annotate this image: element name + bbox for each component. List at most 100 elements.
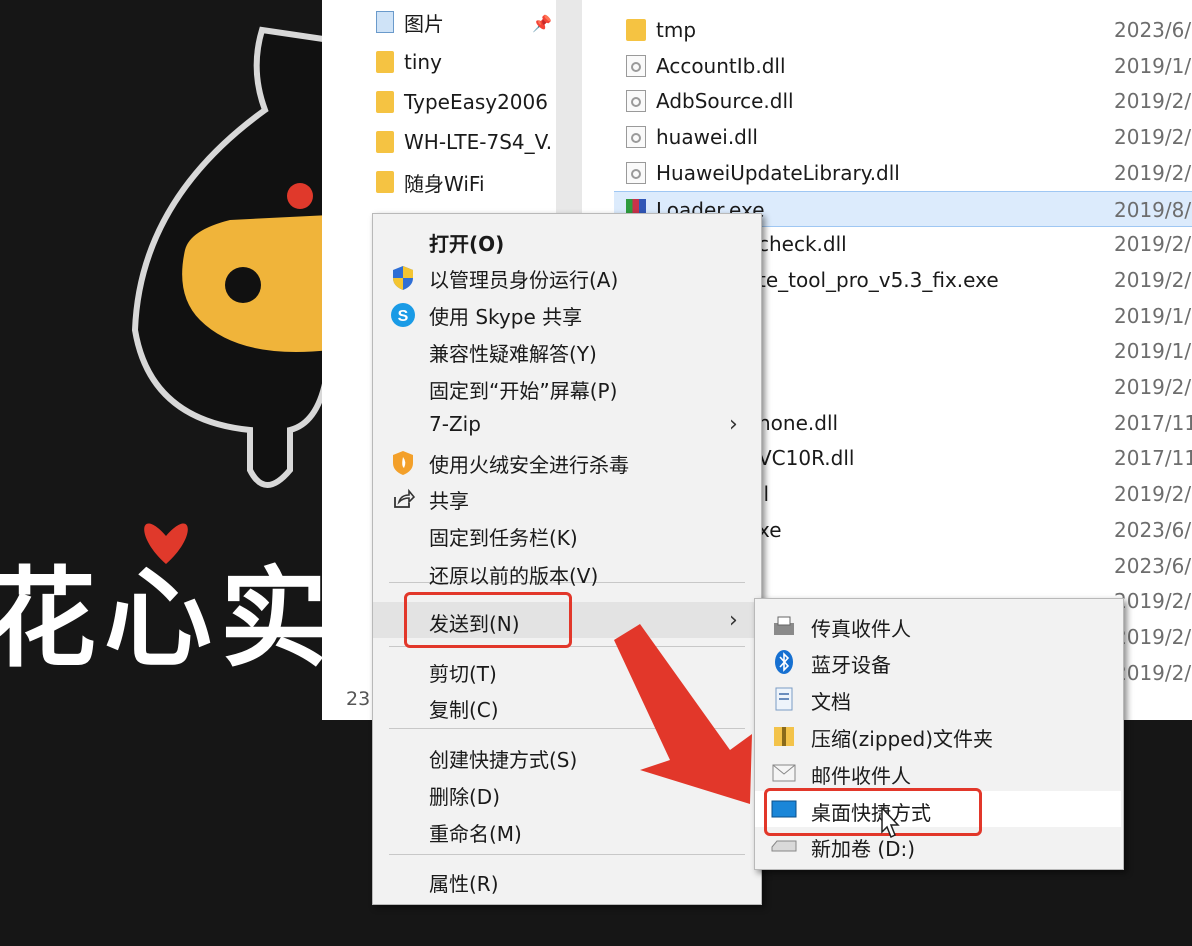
chevron-right-icon: › (729, 412, 738, 437)
folder-icon (376, 51, 394, 73)
menu-item-label: 删除(D) (429, 785, 501, 809)
file-date: 2019/2/ (1114, 375, 1192, 399)
file-date: 2019/2/ (1114, 267, 1192, 292)
send-to-item[interactable]: 蓝牙设备 (755, 643, 1121, 679)
file-date: 2019/2/ (1114, 589, 1192, 614)
file-row[interactable]: tmp 2023/6/ (614, 12, 1192, 48)
file-name: te_tool_pro_v5.3_fix.exe (758, 267, 999, 292)
menu-item[interactable]: 以管理员身份运行(A) (373, 258, 759, 294)
menu-item-label: 固定到“开始”屏幕(P) (429, 379, 618, 403)
nav-item-label: 随身WiFi (404, 171, 485, 196)
menu-item-label: 以管理员身份运行(A) (429, 268, 619, 292)
file-row[interactable]: HuaweiUpdateLibrary.dll 2019/2/ (614, 155, 1192, 191)
dll-icon (626, 126, 646, 149)
send-to-highlight-box (404, 592, 572, 648)
brand-text: 花心实 (0, 557, 337, 682)
file-name: huawei.dll (656, 125, 758, 150)
file-date: 2019/8/ (1114, 197, 1192, 222)
file-name: AdbSource.dll (656, 89, 794, 114)
menu-item-label: 复制(C) (429, 698, 499, 722)
file-date: 2019/2/ (1114, 482, 1192, 507)
send-to-item-label: 文档 (811, 690, 851, 714)
nav-item-label: TypeEasy2006 (404, 90, 548, 114)
menu-item-label: 兼容性疑难解答(Y) (429, 342, 597, 366)
huorong-icon (389, 449, 417, 477)
desktop-shortcut-highlight-box (764, 788, 982, 836)
file-date: 2017/11 (1114, 446, 1192, 471)
menu-item-label: 创建快捷方式(S) (429, 748, 578, 772)
send-to-item[interactable]: 邮件收件人 (755, 754, 1121, 790)
nav-item-label: 图片 (404, 11, 444, 36)
menu-item-label: 使用火绒安全进行杀毒 (429, 453, 629, 477)
mascot-red-dot (287, 183, 313, 209)
nav-item-wifi[interactable]: 随身WiFi (376, 164, 485, 200)
file-date: 2019/2/ (1114, 232, 1192, 257)
pin-icon: 📌 (532, 14, 552, 33)
folder-icon (376, 91, 394, 113)
send-to-item[interactable]: 压缩(zipped)文件夹 (755, 717, 1121, 753)
red-arrow-annotation (614, 624, 752, 804)
menu-item-label: 打开(O) (429, 232, 505, 256)
file-name: VC10R.dll (758, 446, 855, 471)
svg-text:S: S (398, 308, 409, 325)
file-row[interactable]: AccountIb.dll 2019/1/ (614, 48, 1192, 84)
nav-item-label: WH-LTE-7S4_V. (404, 130, 553, 154)
file-date: 2019/1/ (1114, 303, 1192, 328)
folder-icon (376, 131, 394, 153)
send-to-item[interactable]: 文档 (755, 680, 1121, 716)
menu-item[interactable]: 重命名(M) (373, 812, 759, 848)
menu-item[interactable]: 7-Zip › (373, 406, 759, 442)
menu-item[interactable]: 使用火绒安全进行杀毒 (373, 443, 759, 479)
menu-item[interactable]: 共享 (373, 479, 759, 515)
file-name: tmp (656, 18, 697, 42)
send-to-item-label: 邮件收件人 (811, 764, 911, 788)
send-to-item[interactable]: 传真收件人 (755, 607, 1121, 643)
send-to-item-label: 传真收件人 (811, 617, 911, 641)
file-date: 2019/2/ (1114, 89, 1192, 114)
skype-icon: S (389, 301, 417, 329)
share-icon (389, 485, 417, 513)
file-date: 2023/6/ (1114, 553, 1192, 578)
dll-icon (626, 161, 646, 184)
file-row[interactable]: huawei.dll 2019/2/ (614, 119, 1192, 155)
menu-item[interactable]: 还原以前的版本(V) (373, 554, 759, 590)
menu-item[interactable]: 打开(O) (373, 222, 759, 258)
nav-item-typeeasy[interactable]: TypeEasy2006 (376, 84, 548, 120)
menu-item-label: 重命名(M) (429, 822, 522, 846)
nav-item-wh-lte[interactable]: WH-LTE-7S4_V. (376, 124, 552, 160)
file-name: hone.dll (758, 410, 839, 435)
nav-item-tiny[interactable]: tiny (376, 44, 442, 80)
nav-item-pictures[interactable]: 图片 (376, 4, 444, 40)
file-date: 2019/2/ (1114, 160, 1192, 185)
menu-item[interactable]: 兼容性疑难解答(Y) (373, 332, 759, 368)
file-name: check.dll (758, 232, 847, 257)
menu-item[interactable]: S 使用 Skype 共享 (373, 295, 759, 331)
file-date: 2019/2/ (1114, 660, 1192, 685)
folder-icon (626, 19, 646, 41)
menu-item-label: 剪切(T) (429, 662, 497, 686)
status-item-count: 23 (346, 688, 371, 710)
menu-item[interactable]: 固定到“开始”屏幕(P) (373, 369, 759, 405)
pictures-icon (376, 11, 394, 33)
file-row[interactable]: AdbSource.dll 2019/2/ (614, 83, 1192, 119)
dll-icon (626, 90, 646, 113)
menu-item-label: 共享 (429, 489, 469, 513)
file-date: 2019/2/ (1114, 624, 1192, 649)
dll-icon (626, 54, 646, 77)
file-name: HuaweiUpdateLibrary.dll (656, 160, 900, 185)
nav-item-label: tiny (404, 50, 442, 74)
file-date: 2017/11 (1114, 410, 1192, 435)
file-date: 2023/6/ (1114, 18, 1192, 42)
file-date: 2019/2/ (1114, 125, 1192, 150)
menu-separator (389, 854, 745, 855)
mouse-cursor-icon (881, 806, 900, 839)
menu-item[interactable]: 固定到任务栏(K) (373, 516, 759, 552)
shield-icon (389, 264, 417, 292)
file-date: 2019/1/ (1114, 339, 1192, 364)
menu-item-label: 还原以前的版本(V) (429, 564, 599, 588)
mascot-eye (225, 267, 261, 303)
file-name: AccountIb.dll (656, 53, 786, 78)
menu-item[interactable]: 属性(R) (373, 862, 759, 898)
send-to-item-label: 蓝牙设备 (811, 653, 891, 677)
file-date: 2023/6/ (1114, 517, 1192, 542)
